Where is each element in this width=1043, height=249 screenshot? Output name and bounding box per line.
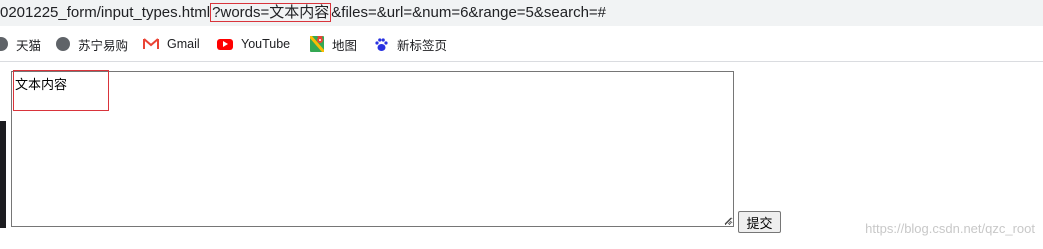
words-textarea[interactable]: 文本内容 xyxy=(11,71,734,227)
youtube-icon xyxy=(217,38,233,50)
bookmarks-bar: 天猫 苏宁易购 Gmail YouTube 地图 新标签页 xyxy=(0,26,1043,62)
url-query-rest: &files=&url=&num=6&range=5&search=# xyxy=(331,4,607,21)
bookmark-newtab[interactable]: 新标签页 xyxy=(374,35,447,53)
sidebar-strip xyxy=(0,121,6,228)
bookmark-label: 天猫 xyxy=(16,38,42,53)
bookmark-tmall[interactable]: 天猫 xyxy=(0,35,41,53)
url-text[interactable]: 0201225_form/input_types.html ?words=文本内容… xyxy=(0,3,606,23)
gmail-icon xyxy=(143,38,159,49)
bookmark-label: 苏宁易购 xyxy=(78,38,129,53)
address-bar[interactable]: 0201225_form/input_types.html ?words=文本内容… xyxy=(0,0,1043,26)
tmall-icon xyxy=(0,37,8,51)
textarea-value: 文本内容 xyxy=(15,78,68,93)
browser-page: 0201225_form/input_types.html ?words=文本内容… xyxy=(0,0,1043,249)
watermark: https://blog.csdn.net/qzc_root xyxy=(865,221,1035,236)
bookmark-maps[interactable]: 地图 xyxy=(310,35,357,53)
baidu-paw-icon xyxy=(375,37,388,51)
bookmark-label: 新标签页 xyxy=(397,38,448,53)
bookmark-suning[interactable]: 苏宁易购 xyxy=(56,35,128,53)
bookmark-youtube[interactable]: YouTube xyxy=(217,35,290,53)
bookmark-label: Gmail xyxy=(167,37,200,51)
maps-icon xyxy=(310,36,324,52)
url-query-highlight: ?words=文本内容 xyxy=(210,3,332,22)
submit-button[interactable]: 提交 xyxy=(738,211,781,233)
bookmark-gmail[interactable]: Gmail xyxy=(143,35,200,53)
resize-grip-icon[interactable] xyxy=(723,216,732,225)
bookmark-label: 地图 xyxy=(332,38,358,53)
globe-icon xyxy=(56,37,70,51)
bookmark-label: YouTube xyxy=(241,37,291,51)
url-path: 0201225_form/input_types.html xyxy=(0,4,211,21)
